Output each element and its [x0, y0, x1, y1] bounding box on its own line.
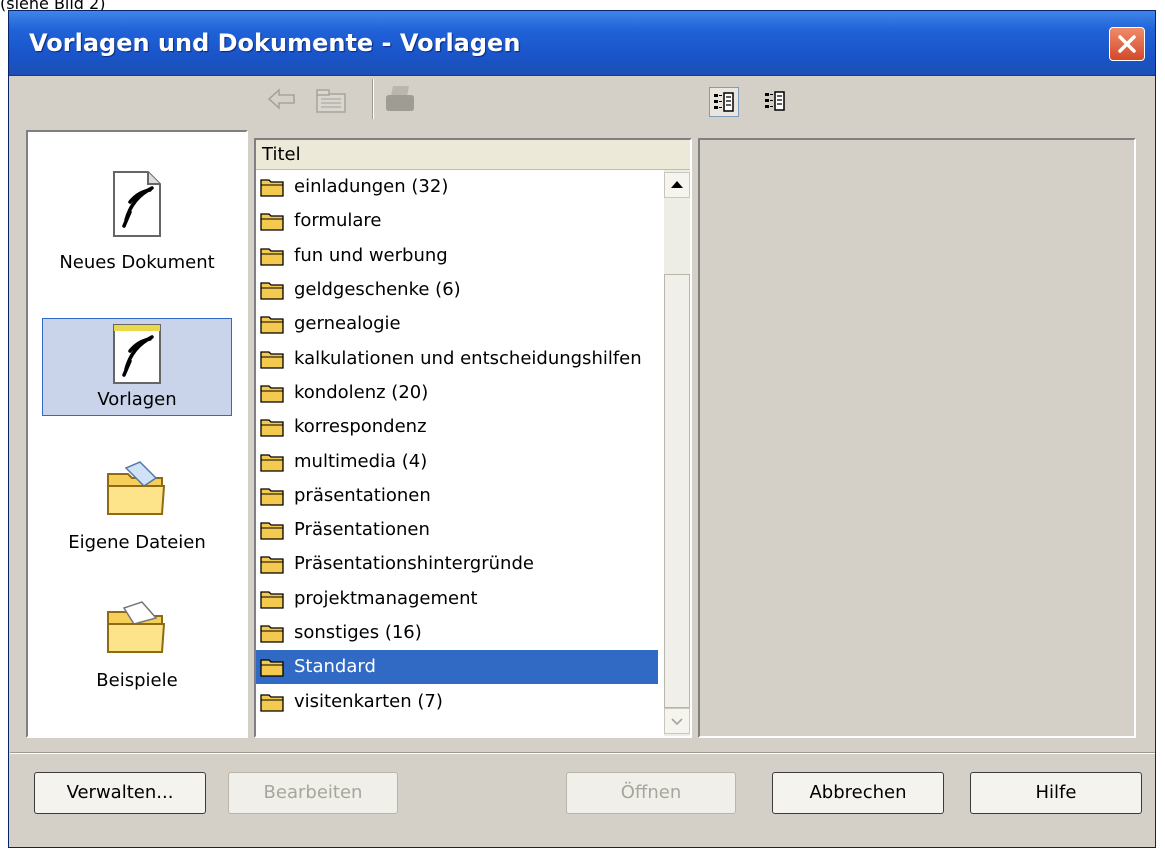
templates-folder-icon[interactable]: [313, 86, 349, 114]
title-bar[interactable]: Vorlagen und Dokumente - Vorlagen: [9, 11, 1155, 76]
list-item[interactable]: multimedia (4): [256, 444, 664, 478]
arrow-down-icon: [671, 718, 683, 726]
list-item[interactable]: projektmanagement: [256, 582, 664, 616]
category-label: Neues Dokument: [59, 252, 215, 273]
folder-icon: [260, 282, 284, 300]
list-item[interactable]: gernealogie: [256, 307, 664, 341]
category-label: Beispiele: [96, 670, 178, 691]
category-label: Vorlagen: [97, 389, 177, 410]
list-item[interactable]: geldgeschenke (6): [256, 273, 664, 307]
preview-view-icon: [714, 92, 734, 112]
list-item[interactable]: einladungen (32): [256, 170, 664, 204]
list-item[interactable]: Präsentationshintergründe: [256, 547, 664, 581]
folder-icon: [260, 316, 284, 334]
back-icon[interactable]: [266, 86, 298, 112]
new-document-icon: [113, 171, 161, 237]
folder-icon: [260, 213, 284, 232]
template-list[interactable]: Titel einladungen (32) formulare fun und…: [254, 138, 692, 738]
folder-icon: [260, 693, 284, 712]
view-preview-button[interactable]: [709, 87, 739, 117]
arrow-up-icon: [671, 181, 683, 188]
category-new-document[interactable]: Neues Dokument: [42, 170, 232, 290]
list-item[interactable]: formulare: [256, 204, 664, 238]
folder-icon: [260, 659, 284, 677]
folder-icon: [260, 350, 284, 369]
folder-icon: [260, 625, 284, 643]
category-panel: Neues Dokument Vorlagen Eigene Dateien B…: [26, 130, 248, 738]
list-item[interactable]: präsentationen: [256, 479, 664, 513]
category-label: Eigene Dateien: [68, 532, 206, 553]
list-item[interactable]: kalkulationen und entscheidungshilfen: [256, 341, 664, 375]
my-files-folder-icon: [107, 461, 166, 515]
list-item[interactable]: visitenkarten (7): [256, 684, 664, 718]
preview-pane: [698, 138, 1136, 738]
help-button[interactable]: Hilfe: [970, 772, 1142, 814]
properties-view-icon: [765, 91, 785, 111]
list-rows: einladungen (32) formulare fun und werbu…: [256, 170, 664, 736]
folder-icon: [260, 419, 284, 437]
folder-icon: [260, 488, 284, 506]
list-item[interactable]: Präsentationen: [256, 513, 664, 547]
open-button[interactable]: Öffnen: [566, 772, 736, 814]
edit-button[interactable]: Bearbeiten: [228, 772, 398, 814]
scrollbar-thumb[interactable]: [664, 274, 690, 708]
templates-icon: [113, 324, 161, 384]
category-templates[interactable]: Vorlagen: [42, 318, 232, 416]
folder-icon: [260, 179, 284, 197]
close-icon: [1118, 35, 1136, 53]
button-separator: [10, 752, 1155, 754]
folder-icon: [260, 385, 284, 403]
scroll-down-button[interactable]: [664, 708, 690, 734]
list-item[interactable]: kondolenz (20): [256, 376, 664, 410]
folder-icon: [260, 591, 284, 609]
view-properties-button[interactable]: [761, 87, 791, 117]
folder-icon: [260, 522, 284, 540]
folder-icon: [260, 453, 284, 472]
list-item[interactable]: korrespondenz: [256, 410, 664, 444]
cancel-button[interactable]: Abbrechen: [772, 772, 944, 814]
manage-button[interactable]: Verwalten...: [34, 772, 206, 814]
category-my-files[interactable]: Eigene Dateien: [42, 460, 232, 570]
examples-folder-icon: [107, 601, 166, 653]
toolbar-separator: [372, 79, 374, 119]
print-icon[interactable]: [383, 84, 417, 114]
category-examples[interactable]: Beispiele: [42, 598, 232, 708]
close-button[interactable]: [1109, 27, 1145, 61]
vertical-scrollbar[interactable]: [664, 170, 690, 736]
folder-icon: [260, 556, 284, 575]
window-title: Vorlagen und Dokumente - Vorlagen: [29, 29, 521, 57]
folder-icon: [260, 248, 284, 266]
scroll-up-button[interactable]: [664, 172, 690, 198]
list-item[interactable]: fun und werbung: [256, 239, 664, 273]
list-item[interactable]: sonstiges (16): [256, 616, 664, 650]
list-item-selected[interactable]: Standard: [256, 650, 658, 685]
column-header-title[interactable]: Titel: [256, 140, 690, 170]
